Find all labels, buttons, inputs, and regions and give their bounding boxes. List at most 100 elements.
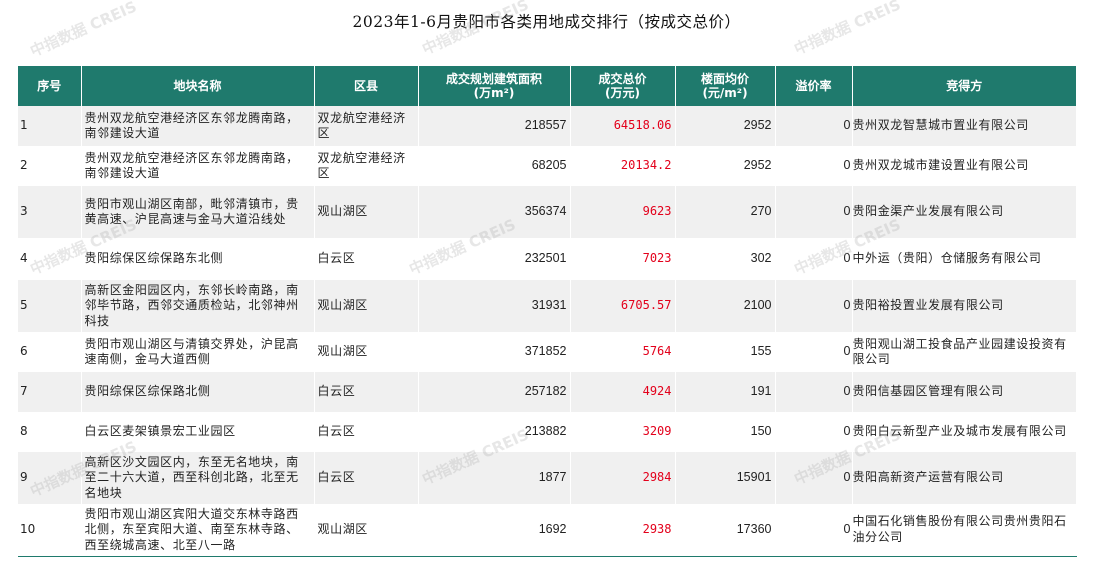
cell-winner: 贵阳金渠产业发展有限公司 (852, 186, 1077, 238)
cell-price: 2938 (570, 504, 676, 557)
table-title: 2023年1-6月贵阳市各类用地成交排行（按成交总价） (352, 13, 741, 31)
cell-price: 7023 (570, 238, 676, 280)
header-district: 区县 (314, 66, 419, 106)
cell-premium: 0 (775, 280, 853, 332)
cell-unit-price: 270 (675, 186, 776, 238)
cell-no: 10 (18, 504, 82, 557)
header-area-line1: 成交规划建筑面积 (445, 72, 542, 86)
cell-winner: 中国石化销售股份有限公司贵州贵阳石油分公司 (852, 504, 1077, 557)
cell-district: 白云区 (314, 372, 419, 412)
cell-premium: 0 (775, 504, 853, 557)
cell-district: 白云区 (314, 238, 419, 280)
cell-no: 4 (18, 238, 82, 280)
cell-no: 9 (18, 452, 82, 504)
cell-name: 贵阳市观山湖区宾阳大道交东林寺路西北侧，东至宾阳大道、南至东林寺路、西至绕城高速… (81, 504, 315, 557)
cell-name: 白云区麦架镇景宏工业园区 (81, 412, 315, 452)
table-row: 7 贵阳综保区综保路北侧 白云区 257182 4924 191 0 贵阳信基园… (18, 372, 1077, 412)
cell-winner: 贵阳裕投置业发展有限公司 (852, 280, 1077, 332)
cell-name: 贵阳综保区综保路东北侧 (81, 238, 315, 280)
cell-premium: 0 (775, 452, 853, 504)
cell-price: 2984 (570, 452, 676, 504)
cell-area: 371852 (418, 332, 571, 372)
table-row: 4 贵阳综保区综保路东北侧 白云区 232501 7023 302 0 中外运（… (18, 238, 1077, 280)
table-row: 6 贵阳市观山湖区与清镇交界处，沪昆高速南侧，金马大道西侧 观山湖区 37185… (18, 332, 1077, 372)
cell-area: 68205 (418, 146, 571, 186)
cell-name: 贵阳综保区综保路北侧 (81, 372, 315, 412)
table-row: 5 高新区金阳园区内，东邻长岭南路，南邻毕节路，西邻交通质检站，北邻神州科技 观… (18, 280, 1077, 332)
cell-price: 3209 (570, 412, 676, 452)
cell-premium: 0 (775, 238, 853, 280)
header-premium: 溢价率 (775, 66, 853, 106)
header-unit-price: 楼面均价 (元/m²) (675, 66, 776, 106)
cell-winner: 贵阳观山湖工投食品产业园建设投资有限公司 (852, 332, 1077, 372)
header-unit-line2: (元/m²) (702, 86, 748, 100)
table-row: 10 贵阳市观山湖区宾阳大道交东林寺路西北侧，东至宾阳大道、南至东林寺路、西至绕… (18, 504, 1077, 557)
cell-winner: 贵州双龙智慧城市置业有限公司 (852, 106, 1077, 146)
cell-area: 356374 (418, 186, 571, 238)
cell-premium: 0 (775, 106, 853, 146)
cell-name: 贵州双龙航空港经济区东邻龙腾南路，南邻建设大道 (81, 106, 315, 146)
land-transaction-table: 序号 地块名称 区县 成交规划建筑面积 (万m²) 成交总价 (万元) 楼面均价… (18, 66, 1077, 557)
cell-district: 双龙航空港经济区 (314, 106, 419, 146)
header-winner: 竞得方 (852, 66, 1076, 106)
cell-district: 观山湖区 (314, 332, 419, 372)
header-unit-line1: 楼面均价 (700, 72, 749, 86)
cell-premium: 0 (775, 372, 853, 412)
cell-no: 2 (18, 146, 82, 186)
cell-no: 5 (18, 280, 82, 332)
cell-unit-price: 2100 (675, 280, 776, 332)
table-row: 1 贵州双龙航空港经济区东邻龙腾南路，南邻建设大道 双龙航空港经济区 21855… (18, 106, 1077, 146)
cell-name: 贵阳市观山湖区与清镇交界处，沪昆高速南侧，金马大道西侧 (81, 332, 315, 372)
cell-price: 6705.57 (570, 280, 676, 332)
cell-premium: 0 (775, 332, 853, 372)
cell-unit-price: 155 (675, 332, 776, 372)
cell-unit-price: 2952 (675, 146, 776, 186)
cell-unit-price: 191 (675, 372, 776, 412)
cell-winner: 贵阳高新资产运营有限公司 (852, 452, 1077, 504)
cell-area: 1877 (418, 452, 571, 504)
header-area-line2: (万m²) (473, 86, 515, 100)
cell-unit-price: 15901 (675, 452, 776, 504)
cell-winner: 贵州双龙城市建设置业有限公司 (852, 146, 1077, 186)
cell-district: 白云区 (314, 452, 419, 504)
cell-price: 4924 (570, 372, 676, 412)
cell-district: 观山湖区 (314, 186, 419, 238)
cell-no: 6 (18, 332, 82, 372)
table-row: 2 贵州双龙航空港经济区东邻龙腾南路，南邻建设大道 双龙航空港经济区 68205… (18, 146, 1077, 186)
cell-winner: 中外运（贵阳）仓储服务有限公司 (852, 238, 1077, 280)
cell-name: 高新区沙文园区内，东至无名地块，南至二十六大道，西至科创北路，北至无名地块 (81, 452, 315, 504)
cell-area: 213882 (418, 412, 571, 452)
cell-area: 232501 (418, 238, 571, 280)
table-row: 8 白云区麦架镇景宏工业园区 白云区 213882 3209 150 0 贵阳白… (18, 412, 1077, 452)
cell-winner: 贵阳信基园区管理有限公司 (852, 372, 1077, 412)
cell-no: 7 (18, 372, 82, 412)
cell-unit-price: 302 (675, 238, 776, 280)
cell-district: 观山湖区 (314, 280, 419, 332)
cell-district: 观山湖区 (314, 504, 419, 557)
table-row: 3 贵阳市观山湖区南部，毗邻清镇市，贵黄高速、沪昆高速与金马大道沿线处 观山湖区… (18, 186, 1077, 238)
cell-price: 9623 (570, 186, 676, 238)
cell-district: 白云区 (314, 412, 419, 452)
cell-price: 64518.06 (570, 106, 676, 146)
header-no: 序号 (18, 66, 82, 106)
header-price: 成交总价 (万元) (570, 66, 676, 106)
cell-price: 5764 (570, 332, 676, 372)
cell-no: 1 (18, 106, 82, 146)
table-header-row: 序号 地块名称 区县 成交规划建筑面积 (万m²) 成交总价 (万元) 楼面均价… (18, 66, 1076, 106)
cell-unit-price: 150 (675, 412, 776, 452)
cell-premium: 0 (775, 412, 853, 452)
cell-no: 8 (18, 412, 82, 452)
cell-area: 1692 (418, 504, 571, 557)
cell-name: 高新区金阳园区内，东邻长岭南路，南邻毕节路，西邻交通质检站，北邻神州科技 (81, 280, 315, 332)
cell-area: 257182 (418, 372, 571, 412)
cell-name: 贵阳市观山湖区南部，毗邻清镇市，贵黄高速、沪昆高速与金马大道沿线处 (81, 186, 315, 238)
header-price-line2: (万元) (605, 86, 640, 100)
cell-no: 3 (18, 186, 82, 238)
header-area: 成交规划建筑面积 (万m²) (418, 66, 571, 106)
cell-unit-price: 17360 (675, 504, 776, 557)
cell-district: 双龙航空港经济区 (314, 146, 419, 186)
cell-winner: 贵阳白云新型产业及城市发展有限公司 (852, 412, 1077, 452)
table-row: 9 高新区沙文园区内，东至无名地块，南至二十六大道，西至科创北路，北至无名地块 … (18, 452, 1077, 504)
header-price-line1: 成交总价 (598, 72, 647, 86)
cell-unit-price: 2952 (675, 106, 776, 146)
